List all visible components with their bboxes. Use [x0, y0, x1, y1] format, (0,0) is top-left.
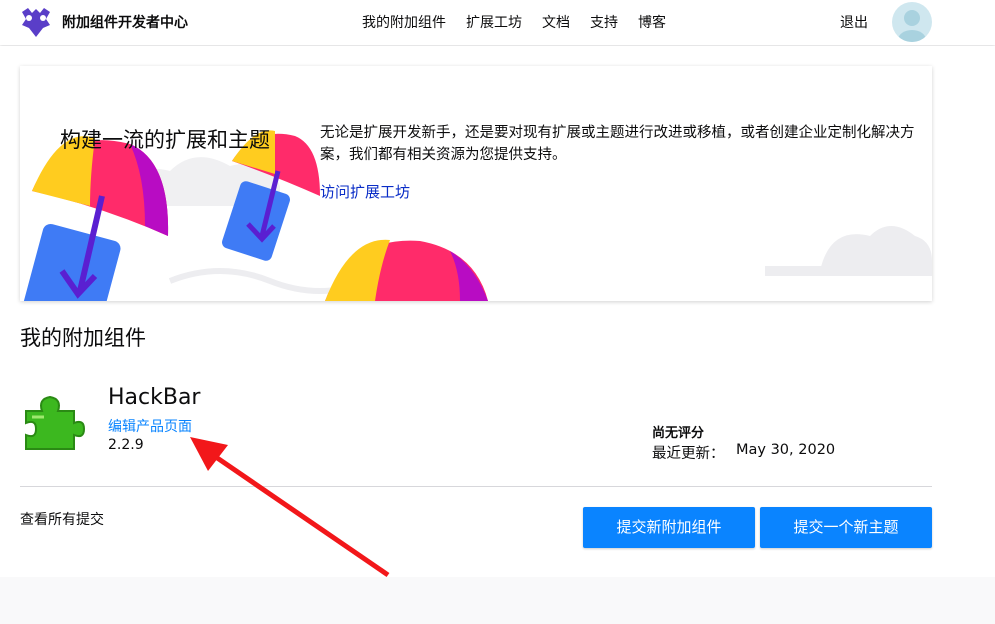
nav-extension-workshop[interactable]: 扩展工坊 [466, 12, 522, 32]
nav-blog[interactable]: 博客 [638, 12, 666, 32]
addon-version: 2.2.9 [108, 437, 144, 453]
hero-banner: 构建一流的扩展和主题 无论是扩展开发新手，还是要对现有扩展或主题进行改进或移植，… [20, 66, 932, 301]
addon-name[interactable]: HackBar [108, 385, 200, 410]
banner-illustration [23, 130, 932, 301]
logout-link[interactable]: 退出 [840, 12, 868, 32]
nav-docs[interactable]: 文档 [542, 12, 570, 32]
submit-new-theme-button[interactable]: 提交一个新主题 [760, 507, 932, 548]
edit-product-page-link[interactable]: 编辑产品页面 [108, 416, 192, 436]
top-navigation-bar: 附加组件开发者中心 我的附加组件 扩展工坊 文档 支持 博客 退出 [0, 0, 995, 45]
section-divider [20, 486, 932, 487]
banner-title: 构建一流的扩展和主题 [60, 128, 270, 152]
my-addons-heading: 我的附加组件 [20, 326, 146, 350]
banner-description: 无论是扩展开发新手，还是要对现有扩展或主题进行改进或移植，或者创建企业定制化解决… [320, 125, 915, 163]
addons-logo-icon[interactable] [19, 6, 53, 38]
last-updated-value: May 30, 2020 [736, 442, 836, 458]
last-updated-label: 最近更新： [652, 446, 725, 462]
nav-support[interactable]: 支持 [590, 12, 618, 32]
puzzle-piece-icon [25, 395, 86, 450]
submit-new-addon-button[interactable]: 提交新附加组件 [583, 507, 755, 548]
user-avatar[interactable] [892, 2, 932, 42]
view-all-submissions-link[interactable]: 查看所有提交 [20, 509, 104, 529]
nav-my-addons[interactable]: 我的附加组件 [362, 12, 446, 32]
visit-workshop-link[interactable]: 访问扩展工坊 [320, 181, 410, 202]
main-nav: 我的附加组件 扩展工坊 文档 支持 博客 [362, 12, 686, 32]
user-avatar-icon [898, 10, 926, 42]
brand-title[interactable]: 附加组件开发者中心 [62, 12, 188, 32]
rating-status: 尚无评分 [652, 426, 705, 441]
